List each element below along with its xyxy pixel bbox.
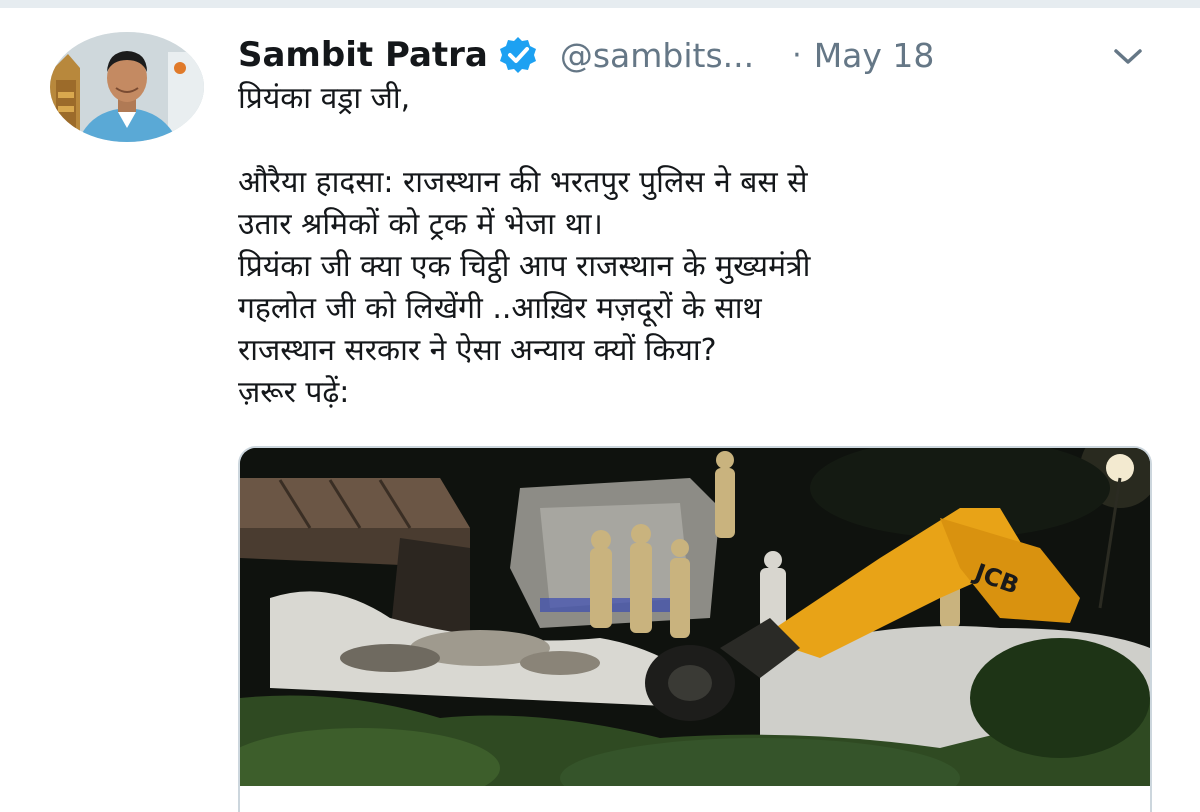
author-display-name[interactable]: Sambit Patra bbox=[238, 35, 488, 75]
header-separator: · bbox=[792, 37, 802, 73]
tweet-text-line bbox=[238, 120, 1158, 162]
tweet-text-line: उतार श्रमिकों को ट्रक में भेजा था। bbox=[238, 207, 603, 242]
tweet-text-line: गहलोत जी को लिखेंगी ..आख़िर मज़दूरों के … bbox=[238, 291, 762, 326]
tweet-header: Sambit Patra @sambits... · May 18 bbox=[238, 28, 934, 82]
night-accident-scene-photo-icon: JCB bbox=[240, 448, 1150, 812]
tweet-text-line: राजस्थान सरकार ने ऐसा अन्याय क्यों किया? bbox=[238, 333, 717, 368]
verified-badge-icon bbox=[498, 35, 538, 75]
tweet-text-line: प्रियंका वड्रा जी, bbox=[238, 81, 411, 116]
avatar[interactable] bbox=[50, 32, 204, 142]
tweet-text-line: प्रियंका जी क्या एक चिट्ठी आप राजस्थान क… bbox=[238, 249, 811, 284]
chevron-down-icon[interactable] bbox=[1108, 42, 1148, 70]
avatar-photo-icon bbox=[50, 32, 204, 142]
tweet-text: प्रियंका वड्रा जी, औरैया हादसा: राजस्थान… bbox=[238, 78, 1158, 414]
tweet-date[interactable]: May 18 bbox=[814, 36, 935, 75]
author-handle[interactable]: @sambits... bbox=[560, 36, 754, 75]
tweet-text-line: औरैया हादसा: राजस्थान की भरतपुर पुलिस ने… bbox=[238, 165, 808, 200]
tweet[interactable]: Sambit Patra @sambits... · May 18 प्रियं… bbox=[0, 0, 1200, 812]
tweet-media-card[interactable]: JCB bbox=[238, 446, 1152, 812]
tweet-text-line: ज़रूर पढ़ें: bbox=[238, 375, 350, 410]
